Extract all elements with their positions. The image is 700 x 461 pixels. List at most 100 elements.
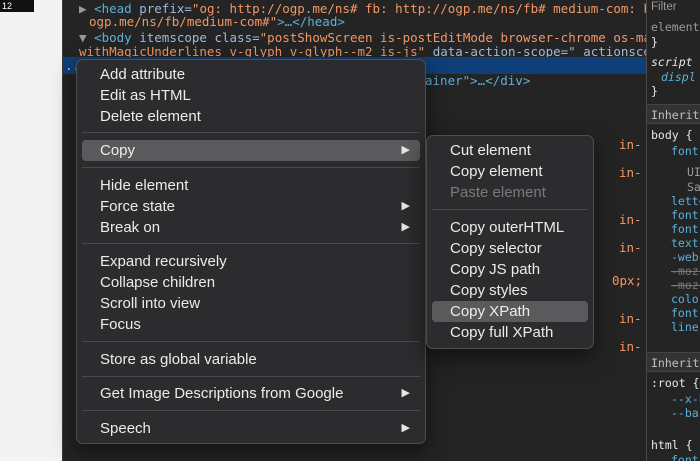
dom-line-head-cont[interactable]: ogp.me/ns/fb/medium-com#">…</head> (89, 13, 345, 30)
submenu-item-copy-selector[interactable]: Copy selector (432, 238, 588, 259)
style-property: font- (671, 144, 700, 158)
style-property: font- (671, 222, 700, 236)
style-property: font- (671, 306, 700, 320)
style-property: --bas (671, 406, 700, 420)
menu-item-label: Edit as HTML (100, 87, 191, 104)
styles-sidebar[interactable]: Filter element.s } script { displ } Inhe… (646, 0, 700, 461)
submenu-item-copy-styles[interactable]: Copy styles (432, 280, 588, 301)
truncated-text: in- (619, 165, 642, 180)
menu-separator (82, 341, 420, 342)
submenu-item-copy-outerhtml[interactable]: Copy outerHTML (432, 217, 588, 238)
menu-item-hide-element[interactable]: Hide element (82, 175, 420, 196)
submenu-arrow-icon: ▶ (401, 422, 410, 434)
corner-badge-text: 12 (2, 1, 13, 11)
submenu-arrow-icon: ▶ (401, 144, 410, 156)
style-property: line- (671, 320, 700, 334)
submenu-arrow-icon: ▶ (401, 387, 410, 399)
submenu-arrow-icon: ▶ (401, 221, 410, 233)
script-selector: script { (651, 55, 700, 69)
menu-item-force-state[interactable]: Force state ▶ (82, 196, 420, 217)
menu-item-label: Copy (100, 142, 136, 159)
menu-item-get-image-descriptions[interactable]: Get Image Descriptions from Google ▶ (82, 383, 420, 404)
truncated-text: in- (619, 311, 642, 326)
style-property: --x-h (671, 392, 700, 406)
menu-item-label: Collapse children (100, 274, 216, 291)
truncated-text: in- (619, 212, 642, 227)
menu-item-label: Copy outerHTML (450, 219, 565, 236)
menu-item-label: Speech (100, 420, 151, 437)
menu-item-label: Force state (100, 198, 176, 215)
submenu-item-copy-full-xpath[interactable]: Copy full XPath (432, 322, 588, 343)
style-property-overridden: -moz- (671, 278, 700, 292)
submenu-arrow-icon: ▶ (401, 200, 410, 212)
menu-item-label: Cut element (450, 142, 531, 159)
menu-item-label: Copy XPath (450, 303, 531, 320)
corner-badge: 12 (0, 0, 34, 12)
root-selector: :root { (651, 376, 700, 390)
menu-separator (82, 243, 420, 244)
style-property: color (671, 292, 700, 306)
menu-separator (432, 209, 588, 210)
html-selector: html { (651, 438, 693, 452)
style-property: displ (661, 70, 696, 84)
menu-item-break-on[interactable]: Break on ▶ (82, 217, 420, 238)
truncated-text: in- (619, 240, 642, 255)
menu-item-label: Expand recursively (100, 253, 227, 270)
style-value: Sa (687, 180, 700, 194)
menu-item-label: Get Image Descriptions from Google (100, 385, 344, 402)
menu-separator (82, 376, 420, 377)
truncated-text: in- (619, 339, 642, 354)
style-property: lette (671, 194, 700, 208)
menu-item-label: Hide element (100, 177, 189, 194)
style-property: -webk (671, 250, 700, 264)
menu-item-edit-as-html[interactable]: Edit as HTML (82, 85, 420, 106)
menu-separator (82, 167, 420, 168)
menu-item-scroll-into-view[interactable]: Scroll into view (82, 293, 420, 314)
element-style-selector: element.s (651, 20, 700, 34)
menu-item-delete-element[interactable]: Delete element (82, 106, 420, 127)
style-property: font- (671, 453, 700, 461)
menu-item-store-as-global-variable[interactable]: Store as global variable (82, 349, 420, 370)
menu-item-label: Scroll into view (100, 295, 201, 312)
body-selector: body { (651, 128, 693, 142)
menu-item-speech[interactable]: Speech ▶ (82, 418, 420, 439)
styles-filter-input[interactable]: Filter (651, 0, 677, 14)
menu-item-label: Copy JS path (450, 261, 541, 278)
menu-item-expand-recursively[interactable]: Expand recursively (82, 251, 420, 272)
copy-submenu: Cut element Copy element Paste element C… (426, 135, 594, 349)
attr-value: ogp.me/ns/fb/medium-com#" (89, 14, 278, 29)
submenu-item-copy-xpath[interactable]: Copy XPath (432, 301, 588, 322)
submenu-item-paste-element: Paste element (432, 182, 588, 203)
style-property: text- (671, 236, 700, 250)
menu-item-label: Add attribute (100, 66, 186, 83)
style-value: UI (687, 165, 700, 179)
menu-item-label: Paste element (450, 184, 546, 201)
truncated-text: in- (619, 137, 642, 152)
inherited-header: Inherited (647, 104, 700, 124)
menu-item-label: Focus (100, 316, 141, 333)
menu-item-label: Copy styles (450, 282, 528, 299)
brace: } (651, 84, 658, 98)
style-property-overridden: -moz- (671, 264, 700, 278)
menu-item-collapse-children[interactable]: Collapse children (82, 272, 420, 293)
inherited-header: Inherited (647, 352, 700, 372)
menu-item-label: Break on (100, 219, 161, 236)
submenu-item-cut-element[interactable]: Cut element (432, 140, 588, 161)
menu-item-copy[interactable]: Copy ▶ (82, 140, 420, 161)
truncated-text: 0px; (612, 273, 643, 288)
style-property: font- (671, 208, 700, 222)
menu-item-label: Copy selector (450, 240, 542, 257)
page-strip: 12 (0, 0, 62, 461)
menu-separator (82, 410, 420, 411)
menu-item-focus[interactable]: Focus (82, 314, 420, 335)
submenu-item-copy-js-path[interactable]: Copy JS path (432, 259, 588, 280)
brace: } (651, 35, 658, 49)
menu-item-label: Delete element (100, 108, 201, 125)
menu-separator (82, 132, 420, 133)
menu-item-label: Copy full XPath (450, 324, 554, 341)
expand-triangle-icon[interactable]: ▶ (79, 1, 87, 16)
dom-line-fragment[interactable]: ainer">…</div> (425, 72, 530, 89)
submenu-item-copy-element[interactable]: Copy element (432, 161, 588, 182)
menu-item-label: Copy element (450, 163, 543, 180)
menu-item-add-attribute[interactable]: Add attribute (82, 64, 420, 85)
